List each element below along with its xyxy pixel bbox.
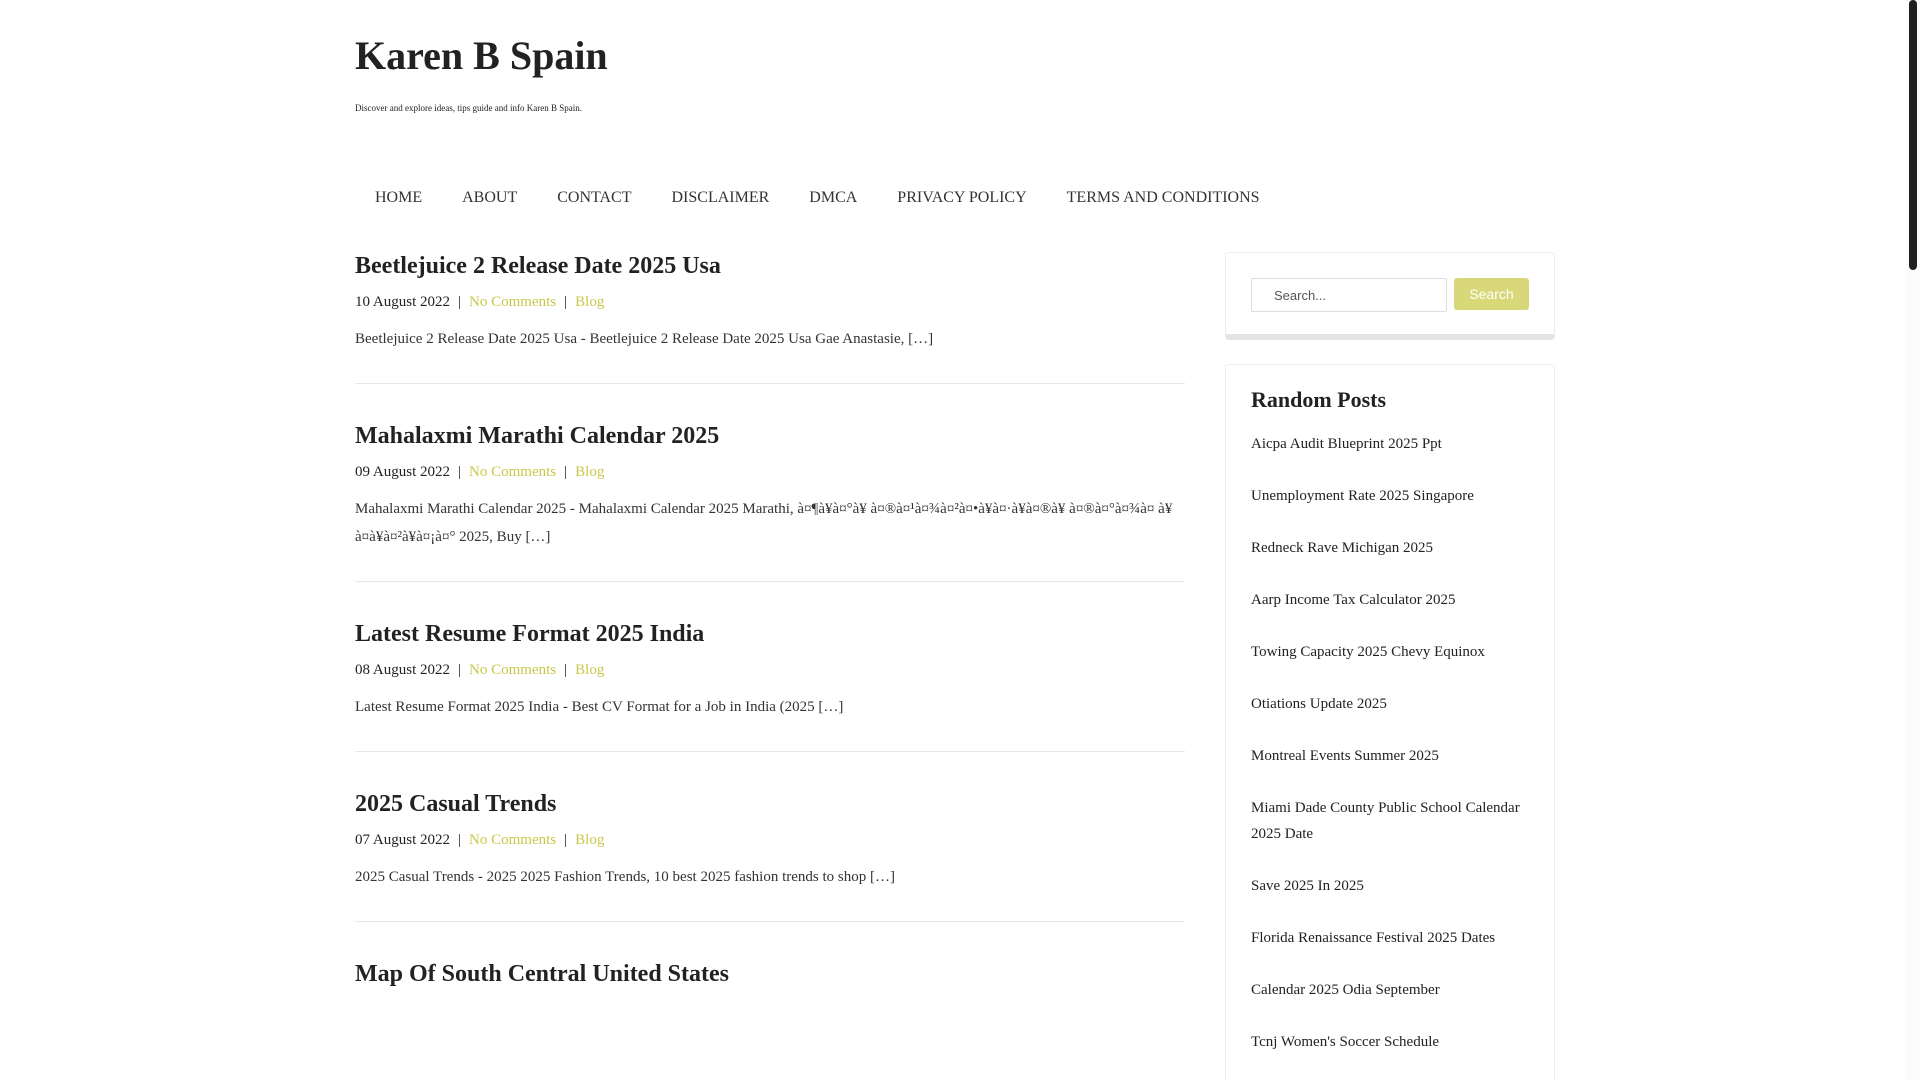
post-date: 09 August 2022 [355,464,451,480]
search-input[interactable] [1251,278,1447,312]
random-post-link[interactable]: Calendar 2025 Odia September [1251,977,1529,1003]
post-item: Map Of South Central United States [355,958,1185,1020]
post-excerpt: 2025 Casual Trends - 2025 2025 Fashion T… [355,869,896,885]
site-description: Discover and explore ideas, tips guide a… [355,103,582,113]
random-post-link[interactable]: Save 2025 In 2025 [1251,873,1529,899]
random-post-link[interactable]: Montreal Events Summer 2025 [1251,743,1529,769]
random-post-link[interactable]: Redneck Rave Michigan 2025 [1251,535,1529,561]
post-category-link[interactable]: Blog [575,464,604,480]
post-category-link[interactable]: Blog [575,662,604,678]
random-post-link[interactable]: Aarp Income Tax Calculator 2025 [1251,587,1529,613]
meta-separator: | [458,662,462,678]
post-comments-link[interactable]: No Comments [469,464,556,480]
meta-separator: | [564,832,568,848]
scrollbar-thumb[interactable] [1909,0,1917,270]
random-post-link[interactable]: Florida Renaissance Festival 2025 Dates [1251,925,1529,951]
meta-separator: | [458,832,462,848]
post-meta: 10 August 2022 | No Comments | Blog [355,290,1185,314]
post-title[interactable]: Mahalaxmi Marathi Calendar 2025 [355,420,1185,452]
post-meta: 09 August 2022 | No Comments | Blog [355,460,1185,484]
post-category-link[interactable]: Blog [575,294,604,310]
post-date: 07 August 2022 [355,832,451,848]
random-posts-title: Random Posts [1251,387,1387,412]
random-post-link[interactable]: Otiations Update 2025 [1251,691,1529,717]
post-excerpt: Beetlejuice 2 Release Date 2025 Usa - Be… [355,331,934,347]
nav-item-home[interactable]: HOME [355,183,442,213]
post-item: 2025 Casual Trends 07 August 2022 | No Com… [355,788,1185,922]
post-title[interactable]: Map Of South Central United States [355,958,1185,990]
post-date: 10 August 2022 [355,294,451,310]
post-title[interactable]: Latest Resume Format 2025 India [355,618,1185,650]
meta-separator: | [564,662,568,678]
nav-item-terms-and-conditions[interactable]: TERMS AND CONDITIONS [1047,183,1280,213]
nav-item-privacy-policy[interactable]: PRIVACY POLICY [877,183,1046,213]
post-meta: 07 August 2022 | No Comments | Blog [355,828,1185,852]
nav-item-dmca[interactable]: DMCA [789,183,877,213]
random-post-link[interactable]: Unemployment Rate 2025 Singapore [1251,483,1529,509]
post-excerpt: Mahalaxmi Marathi Calendar 2025 - Mahala… [355,501,1173,545]
meta-separator: | [564,464,568,480]
search-widget: Search [1225,252,1555,340]
post-meta: 08 August 2022 | No Comments | Blog [355,658,1185,682]
nav-item-about[interactable]: ABOUT [442,183,537,213]
search-button[interactable]: Search [1454,278,1529,310]
meta-separator: | [458,464,462,480]
meta-separator: | [564,294,568,310]
nav-item-contact[interactable]: CONTACT [537,183,651,213]
random-post-link[interactable]: Tcnj Women's Soccer Schedule [1251,1029,1529,1055]
page-scrollbar[interactable] [1906,0,1920,1080]
page: Karen B Spain Discover and explore ideas… [0,0,1920,1080]
sidebar: Search Random Posts Aicpa Audit Blueprin… [1225,252,1555,1080]
random-posts-widget: Random Posts Aicpa Audit Blueprint 2025 … [1225,364,1555,1080]
post-comments-link[interactable]: No Comments [469,832,556,848]
meta-separator: | [458,294,462,310]
random-posts-list: Aicpa Audit Blueprint 2025 Ppt Unemploym… [1251,431,1529,1055]
post-item: Latest Resume Format 2025 India 08 Augus… [355,618,1185,752]
random-post-link[interactable]: Miami Dade County Public School Calendar… [1251,795,1529,847]
post-item: Beetlejuice 2 Release Date 2025 Usa 10 A… [355,250,1185,384]
post-comments-link[interactable]: No Comments [469,294,556,310]
random-post-link[interactable]: Aicpa Audit Blueprint 2025 Ppt [1251,431,1529,457]
post-title[interactable]: 2025 Casual Trends [355,788,1185,820]
post-title[interactable]: Beetlejuice 2 Release Date 2025 Usa [355,250,1185,282]
post-item: Mahalaxmi Marathi Calendar 2025 09 Augus… [355,420,1185,582]
post-date: 08 August 2022 [355,662,451,678]
main-navigation: HOME ABOUT CONTACT DISCLAIMER DMCA PRIVA… [355,183,1280,213]
site-title[interactable]: Karen B Spain [355,32,608,80]
post-comments-link[interactable]: No Comments [469,662,556,678]
post-category-link[interactable]: Blog [575,832,604,848]
post-excerpt: Latest Resume Format 2025 India - Best C… [355,699,844,715]
post-list: Beetlejuice 2 Release Date 2025 Usa 10 A… [355,250,1185,1056]
nav-item-disclaimer[interactable]: DISCLAIMER [652,183,790,213]
random-post-link[interactable]: Towing Capacity 2025 Chevy Equinox [1251,639,1529,665]
